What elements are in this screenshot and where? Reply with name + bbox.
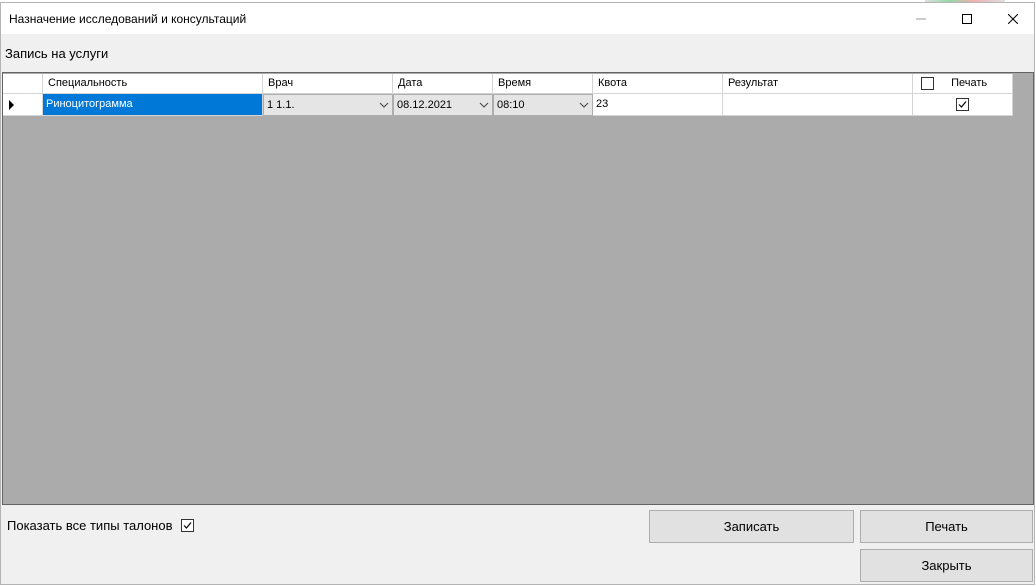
print-checkbox[interactable] xyxy=(956,98,969,111)
column-header-date[interactable]: Дата xyxy=(393,74,493,94)
column-header-doctor[interactable]: Врач xyxy=(263,74,393,94)
chevron-down-icon xyxy=(479,102,489,108)
print-button[interactable]: Печать xyxy=(860,510,1033,543)
maximize-icon xyxy=(962,13,972,24)
show-all-ticket-types-checkbox[interactable] xyxy=(181,519,194,532)
column-header-result[interactable]: Результат xyxy=(723,74,913,94)
save-button[interactable]: Записать xyxy=(649,510,854,543)
maximize-button[interactable] xyxy=(944,3,990,34)
time-dropdown-button[interactable] xyxy=(576,95,592,115)
minimize-icon xyxy=(916,18,926,19)
cell-time-combo[interactable]: 08:10 xyxy=(493,94,593,116)
section-title: Запись на услуги xyxy=(5,46,109,61)
close-button[interactable]: Закрыть xyxy=(860,549,1033,582)
column-header-speciality[interactable]: Специальность xyxy=(43,74,263,94)
row-pointer-icon xyxy=(9,100,14,110)
title-bar: Назначение исследований и консультаций xyxy=(1,3,1034,34)
cell-doctor-combo[interactable]: 1 1.1. xyxy=(263,94,393,116)
checkmark-icon xyxy=(958,101,967,108)
cell-date-value: 08.12.2021 xyxy=(397,99,453,111)
checkmark-icon xyxy=(183,522,192,529)
table-row[interactable]: Риноцитограмма 1 1.1. 08.12.2021 08:10 2… xyxy=(3,94,1013,116)
column-header-time[interactable]: Время xyxy=(493,74,593,94)
column-header-print[interactable]: Печать xyxy=(913,74,1013,94)
cell-speciality[interactable]: Риноцитограмма xyxy=(43,94,263,116)
cell-result[interactable] xyxy=(723,94,913,116)
services-grid[interactable]: Специальность Врач Дата Время Квота Резу… xyxy=(2,72,1034,505)
close-window-button[interactable] xyxy=(990,3,1036,34)
column-header-quota[interactable]: Квота xyxy=(593,74,723,94)
cell-date-picker[interactable]: 08.12.2021 xyxy=(393,94,493,116)
row-header-corner xyxy=(3,74,43,94)
chevron-down-icon xyxy=(579,102,589,108)
dialog-window: Назначение исследований и консультаций З… xyxy=(0,2,1035,585)
cell-quota[interactable]: 23 xyxy=(593,94,723,116)
doctor-dropdown-button[interactable] xyxy=(376,95,392,115)
column-header-print-label: Печать xyxy=(951,77,988,89)
date-dropdown-button[interactable] xyxy=(476,95,492,115)
chevron-down-icon xyxy=(379,102,389,108)
print-all-checkbox[interactable] xyxy=(921,76,934,90)
cell-doctor-value: 1 1.1. xyxy=(267,99,295,111)
cell-print[interactable] xyxy=(913,94,1013,116)
cell-time-value: 08:10 xyxy=(497,99,525,111)
minimize-button[interactable] xyxy=(898,3,944,34)
close-icon xyxy=(1008,13,1018,24)
row-header[interactable] xyxy=(3,94,43,116)
show-all-ticket-types-label[interactable]: Показать все типы талонов xyxy=(7,518,173,533)
window-title: Назначение исследований и консультаций xyxy=(9,12,247,26)
grid-header: Специальность Врач Дата Время Квота Резу… xyxy=(3,74,1013,94)
